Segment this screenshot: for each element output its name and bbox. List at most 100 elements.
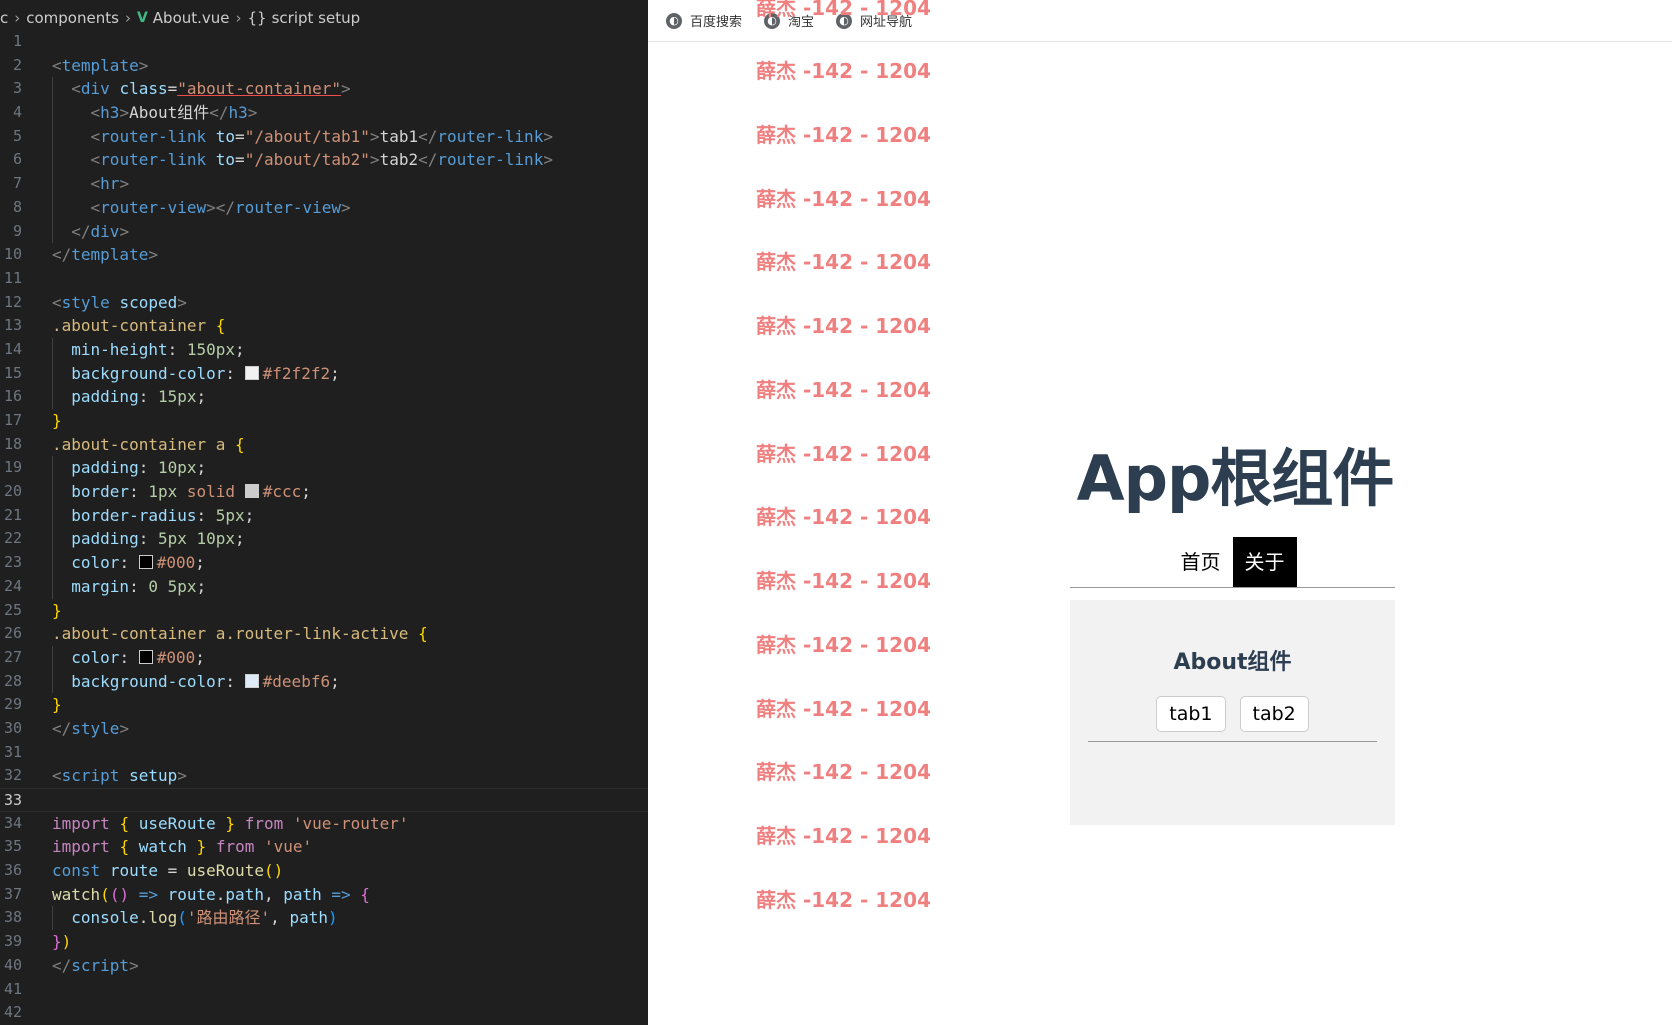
breadcrumb-item-symbol[interactable]: script setup	[272, 9, 361, 27]
code-token: .	[138, 908, 149, 928]
code-line[interactable]: 42	[0, 1001, 648, 1025]
code-token: <	[52, 766, 62, 786]
code-line[interactable]: 21 border-radius: 5px;	[0, 503, 648, 528]
watermark-text: 薛杰 -142 - 1204	[756, 569, 931, 593]
globe-icon: ◐	[666, 12, 682, 29]
breadcrumb-item-file[interactable]: About.vue	[153, 9, 230, 27]
code-line[interactable]: 6 <router-link to="/about/tab2">tab2</ro…	[0, 148, 648, 173]
code-line[interactable]: 14 min-height: 150px;	[0, 337, 648, 362]
code-line[interactable]: 1	[0, 30, 648, 54]
code-line[interactable]: 8 <router-view></router-view>	[0, 195, 648, 220]
line-number: 24	[3, 576, 22, 595]
code-line[interactable]: 11	[0, 267, 648, 291]
code-text: <hr>	[52, 172, 130, 196]
code-line[interactable]: 22 padding: 5px 10px;	[0, 527, 648, 552]
code-text: <div class="about-container">	[52, 77, 350, 101]
code-text: <style scoped>	[52, 291, 187, 315]
code-token: solid	[186, 482, 236, 502]
watermark-text: 薛杰 -142 - 1204	[756, 760, 931, 784]
code-line[interactable]: 34 import { useRoute } from 'vue-router'	[0, 812, 648, 836]
code-editor[interactable]: c › components › V About.vue › {} script…	[0, 0, 648, 1025]
line-number: 28	[3, 671, 22, 690]
code-token: padding	[71, 529, 139, 549]
code-line[interactable]: 7 <hr>	[0, 172, 648, 196]
code-token: div	[80, 79, 110, 99]
code-text: watch(() => route.path, path => {	[52, 883, 370, 907]
code-token: {	[119, 837, 130, 857]
code-token: padding	[71, 387, 139, 407]
code-line[interactable]: 10 </template>	[0, 243, 648, 267]
code-area[interactable]: 1 2 <template> 3 <div class="about-containe…	[0, 30, 648, 1025]
code-line[interactable]: 2 <template>	[0, 54, 648, 78]
code-line[interactable]: 16 padding: 15px;	[0, 385, 648, 409]
color-swatch-icon[interactable]	[244, 673, 259, 688]
color-swatch-icon[interactable]	[138, 649, 153, 664]
code-line[interactable]: 40 </script>	[0, 954, 648, 978]
nav-link-about[interactable]: 关于	[1232, 537, 1297, 587]
code-line[interactable]: 3 <div class="about-container">	[0, 77, 648, 102]
code-line[interactable]: 19 padding: 10px;	[0, 456, 648, 481]
code-token: 'vue'	[263, 837, 313, 857]
code-token: ;	[235, 529, 245, 549]
breadcrumb-item-folder[interactable]: c	[0, 9, 8, 27]
bookmark-item[interactable]: ◐ 百度搜索	[666, 11, 742, 30]
code-token: }	[52, 411, 62, 430]
code-line[interactable]: 17}	[0, 409, 648, 433]
nav-link-home[interactable]: 首页	[1169, 537, 1233, 587]
code-line[interactable]: 39})	[0, 930, 648, 954]
code-line[interactable]: 13 .about-container {	[0, 314, 648, 338]
code-line[interactable]: 9 </div>	[0, 219, 648, 244]
code-line[interactable]: 31	[0, 741, 648, 765]
code-line[interactable]: 32 <script setup>	[0, 764, 648, 788]
code-token: color	[71, 647, 120, 667]
watermark-text: 薛杰 -142 - 1204	[756, 442, 931, 466]
code-token: :	[225, 363, 245, 383]
code-token: <	[90, 197, 101, 217]
code-line[interactable]: 41	[0, 978, 648, 1002]
breadcrumb-item-components[interactable]: components	[26, 9, 119, 27]
code-line[interactable]: 36 const route = useRoute()	[0, 859, 648, 883]
line-number: 6	[12, 150, 22, 169]
code-line[interactable]: 15 background-color: #f2f2f2;	[0, 361, 648, 386]
code-line[interactable]: 29}	[0, 693, 648, 717]
code-line[interactable]: 37 watch(() => route.path, path => {	[0, 883, 648, 907]
code-line[interactable]: 30 </style>	[0, 717, 648, 741]
code-token: }	[52, 600, 62, 620]
code-line[interactable]: 18 .about-container a {	[0, 433, 648, 457]
code-text: <router-link to="/about/tab2">tab2</rout…	[52, 148, 553, 172]
code-token: .about-container a	[52, 434, 226, 454]
code-line[interactable]: 24 margin: 0 5px;	[0, 574, 648, 599]
code-line[interactable]: 23 color: #000;	[0, 551, 648, 575]
code-line[interactable]: 4 <h3>About组件</h3>	[0, 101, 648, 125]
code-line[interactable]: 38 console.log('路由路径', path)	[0, 906, 648, 931]
tab-tab1[interactable]: tab1	[1156, 696, 1226, 732]
code-line[interactable]: 26 .about-container a.router-link-active …	[0, 622, 648, 646]
color-swatch-icon[interactable]	[138, 555, 153, 570]
code-line[interactable]: 25}	[0, 599, 648, 623]
code-line[interactable]: 12 <style scoped>	[0, 291, 648, 315]
code-token: >	[341, 197, 351, 217]
code-token: "/about/tab1"	[244, 126, 370, 146]
code-line[interactable]: 35 import { watch } from 'vue'	[0, 835, 648, 859]
code-line[interactable]: 33	[0, 788, 648, 812]
code-token: to	[215, 126, 236, 146]
code-token: >	[138, 55, 149, 75]
code-token: :	[138, 458, 158, 478]
code-text: background-color: #f2f2f2;	[52, 362, 339, 386]
code-token: =>	[129, 884, 168, 904]
tab-tab2[interactable]: tab2	[1239, 696, 1309, 732]
code-line[interactable]: 5 <router-link to="/about/tab1">tab1</ro…	[0, 124, 648, 149]
color-swatch-icon[interactable]	[244, 365, 259, 380]
browser-viewport: ◐ 百度搜索 ◐ 淘宝 ◐ 网址导航 薛杰 -142 - 1204 薛杰 -142 - 12…	[648, 0, 1672, 1025]
code-line[interactable]: 28 background-color: #deebf6;	[0, 669, 648, 694]
code-line[interactable]: 27 color: #000;	[0, 645, 648, 670]
line-number: 18	[3, 434, 22, 453]
color-swatch-icon[interactable]	[244, 484, 259, 499]
code-line[interactable]: 20 border: 1px solid #ccc;	[0, 480, 648, 504]
code-token: route	[109, 861, 158, 881]
